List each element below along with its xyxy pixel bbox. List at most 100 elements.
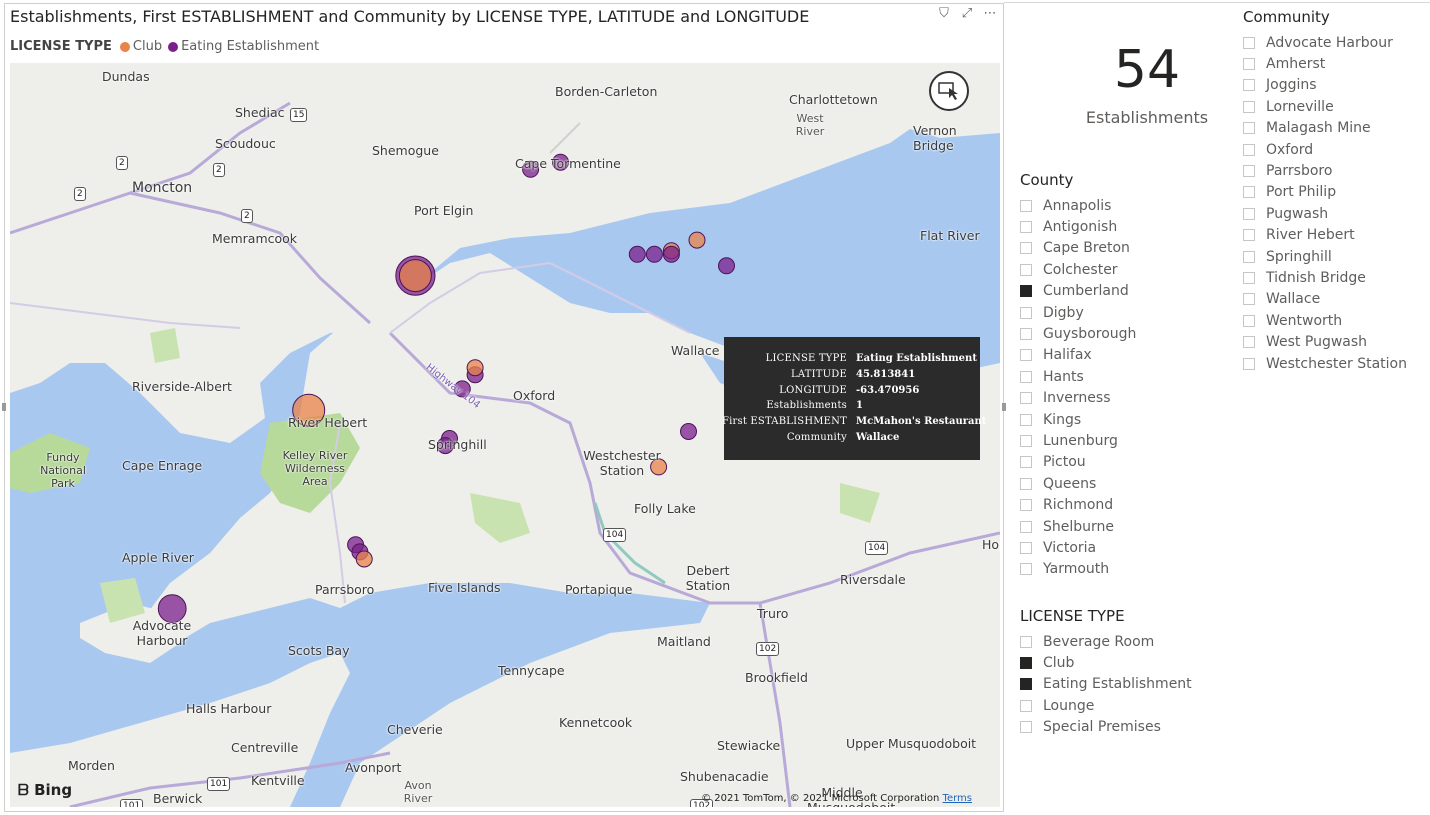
slicer-item[interactable]: Oxford (1243, 139, 1407, 160)
slicer-item[interactable]: Club (1020, 652, 1192, 673)
slicer-item[interactable]: Malagash Mine (1243, 118, 1407, 139)
checkbox[interactable] (1243, 36, 1255, 49)
checkbox[interactable] (1243, 314, 1255, 327)
slicer-item[interactable]: Special Premises (1020, 717, 1192, 738)
map-point-eating-establishment[interactable] (680, 423, 697, 440)
slicer-item[interactable]: Amherst (1243, 53, 1407, 74)
checkbox[interactable] (1020, 328, 1032, 341)
checkbox[interactable] (1020, 242, 1032, 255)
slicer-item[interactable]: Lorneville (1243, 96, 1407, 117)
bing-map[interactable]: Dundas Shediac Scoudouc Moncton Memramco… (10, 63, 1000, 807)
map-point-club[interactable] (355, 550, 373, 568)
slicer-item[interactable]: Shelburne (1020, 516, 1136, 537)
checkbox[interactable] (1020, 392, 1032, 405)
checkbox[interactable] (1020, 199, 1032, 212)
checkbox[interactable] (1020, 721, 1032, 734)
more-options-icon[interactable]: ⋯ (983, 7, 997, 21)
slicer-item[interactable]: West Pugwash (1243, 331, 1407, 352)
map-point-eating-establishment[interactable] (645, 245, 663, 263)
slicer-item[interactable]: Springhill (1243, 246, 1407, 267)
slicer-item[interactable]: Pictou (1020, 452, 1136, 473)
checkbox[interactable] (1243, 271, 1255, 284)
slicer-item[interactable]: Richmond (1020, 494, 1136, 515)
focus-mode-icon[interactable]: ⤢ (960, 7, 974, 21)
slicer-item[interactable]: Wentworth (1243, 310, 1407, 331)
slicer-item[interactable]: Lunenburg (1020, 430, 1136, 451)
slicer-item[interactable]: Cape Breton (1020, 238, 1136, 259)
slicer-item[interactable]: Guysborough (1020, 323, 1136, 344)
slicer-item[interactable]: Annapolis (1020, 195, 1136, 216)
checkbox[interactable] (1020, 678, 1032, 691)
checkbox[interactable] (1020, 563, 1032, 576)
resize-handle-right[interactable] (1002, 403, 1006, 411)
slicer-item[interactable]: Lounge (1020, 695, 1192, 716)
checkbox[interactable] (1243, 229, 1255, 242)
slicer-item[interactable]: Port Philip (1243, 182, 1407, 203)
checkbox[interactable] (1243, 143, 1255, 156)
checkbox[interactable] (1243, 207, 1255, 220)
checkbox[interactable] (1243, 336, 1255, 349)
slicer-item[interactable]: Beverage Room (1020, 631, 1192, 652)
checkbox[interactable] (1020, 349, 1032, 362)
slicer-item[interactable]: Westchester Station (1243, 353, 1407, 374)
map-point-club[interactable] (466, 359, 484, 377)
checkbox[interactable] (1243, 79, 1255, 92)
map-visual[interactable]: Establishments, First ESTABLISHMENT and … (4, 3, 1004, 812)
map-point-eating-establishment[interactable] (628, 245, 646, 263)
slicer-item[interactable]: Queens (1020, 473, 1136, 494)
checkbox[interactable] (1243, 100, 1255, 113)
terms-link[interactable]: Terms (943, 793, 972, 804)
checkbox[interactable] (1243, 165, 1255, 178)
checkbox[interactable] (1243, 293, 1255, 306)
slicer-item[interactable]: Eating Establishment (1020, 674, 1192, 695)
map-point-club[interactable] (398, 259, 432, 293)
lasso-select-button[interactable] (929, 71, 969, 111)
checkbox[interactable] (1020, 221, 1032, 234)
checkbox[interactable] (1243, 186, 1255, 199)
slicer-item[interactable]: Tidnish Bridge (1243, 267, 1407, 288)
checkbox[interactable] (1020, 657, 1032, 670)
slicer-item[interactable]: Parrsboro (1243, 160, 1407, 181)
checkbox[interactable] (1020, 520, 1032, 533)
checkbox[interactable] (1020, 499, 1032, 512)
checkbox[interactable] (1020, 541, 1032, 554)
map-point-eating-establishment[interactable] (718, 257, 735, 275)
checkbox[interactable] (1020, 456, 1032, 469)
slicer-item[interactable]: Antigonish (1020, 216, 1136, 237)
slicer-item[interactable]: Halifax (1020, 345, 1136, 366)
legend-item-eating-establishment[interactable]: Eating Establishment (168, 39, 319, 54)
checkbox[interactable] (1020, 370, 1032, 383)
slicer-item[interactable]: Victoria (1020, 537, 1136, 558)
slicer-item[interactable]: Yarmouth (1020, 559, 1136, 580)
filter-icon[interactable]: ⛉ (937, 7, 951, 21)
slicer-item-label: Yarmouth (1043, 561, 1110, 578)
checkbox[interactable] (1243, 357, 1255, 370)
checkbox[interactable] (1020, 306, 1032, 319)
checkbox[interactable] (1243, 58, 1255, 71)
slicer-item[interactable]: Wallace (1243, 289, 1407, 310)
checkbox[interactable] (1020, 434, 1032, 447)
checkbox[interactable] (1020, 477, 1032, 490)
checkbox[interactable] (1020, 285, 1032, 298)
slicer-item[interactable]: Digby (1020, 302, 1136, 323)
checkbox[interactable] (1243, 122, 1255, 135)
map-point-eating-establishment[interactable] (662, 245, 680, 263)
slicer-item[interactable]: Kings (1020, 409, 1136, 430)
tooltip-row: LATITUDE 45.813841 (724, 369, 980, 384)
slicer-item[interactable]: Inverness (1020, 388, 1136, 409)
slicer-item[interactable]: Joggins (1243, 75, 1407, 96)
checkbox[interactable] (1020, 263, 1032, 276)
checkbox[interactable] (1020, 635, 1032, 648)
slicer-item[interactable]: River Hebert (1243, 225, 1407, 246)
slicer-item[interactable]: Advocate Harbour (1243, 32, 1407, 53)
map-point-club[interactable] (688, 231, 706, 249)
legend-item-club[interactable]: Club (119, 39, 162, 54)
slicer-item[interactable]: Pugwash (1243, 203, 1407, 224)
checkbox[interactable] (1020, 413, 1032, 426)
slicer-item[interactable]: Colchester (1020, 259, 1136, 280)
resize-handle-left[interactable] (2, 403, 6, 411)
checkbox[interactable] (1020, 699, 1032, 712)
slicer-item[interactable]: Cumberland (1020, 281, 1136, 302)
slicer-item[interactable]: Hants (1020, 366, 1136, 387)
checkbox[interactable] (1243, 250, 1255, 263)
